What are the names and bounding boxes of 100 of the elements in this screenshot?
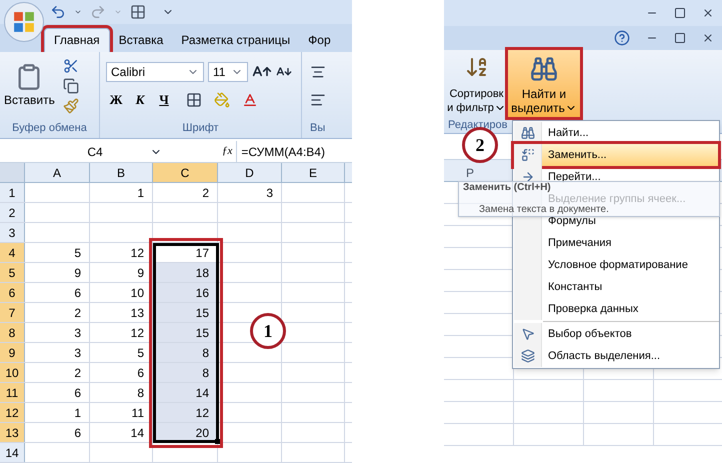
table-cell: 2: [25, 303, 90, 322]
sort-filter-button[interactable]: Сортировк и фильтр: [444, 50, 506, 116]
close-icon[interactable]: [702, 7, 714, 19]
table-cell: 9: [25, 263, 90, 282]
borders-icon[interactable]: [186, 92, 202, 108]
table-cell: 8: [153, 363, 218, 382]
menu-item[interactable]: Условное форматирование: [514, 254, 718, 276]
menu-item[interactable]: Область выделения...: [514, 345, 718, 367]
row-header[interactable]: 4: [0, 243, 25, 262]
fill-color-icon[interactable]: [214, 92, 230, 108]
column-header[interactable]: P: [466, 167, 474, 179]
binoculars-icon: [520, 126, 534, 140]
font-color-icon[interactable]: [242, 92, 258, 108]
name-box[interactable]: C4: [0, 141, 150, 162]
table-cell: 8: [153, 343, 218, 362]
column-header[interactable]: A: [25, 163, 90, 182]
close-icon[interactable]: [702, 32, 714, 44]
menu-item[interactable]: Проверка данных: [514, 298, 718, 320]
menu-item[interactable]: Выбор объектов: [514, 323, 718, 345]
table-cell: 15: [153, 303, 218, 322]
undo-icon[interactable]: [50, 4, 66, 20]
restore-icon[interactable]: [674, 32, 686, 44]
table-cell: 12: [153, 403, 218, 422]
table-cell: 8: [90, 383, 153, 402]
scissors-icon[interactable]: [62, 58, 79, 74]
restore-icon[interactable]: [674, 7, 686, 19]
bold-button[interactable]: Ж: [106, 90, 126, 110]
align-icon[interactable]: [310, 64, 326, 80]
table-cell: 9: [90, 263, 153, 282]
table-cell: 6: [90, 363, 153, 382]
font-name-field[interactable]: Calibri: [106, 62, 204, 82]
row-header[interactable]: 14: [0, 443, 25, 462]
office-logo-icon: [13, 11, 35, 33]
copy-icon[interactable]: [62, 78, 79, 94]
row-header[interactable]: 7: [0, 303, 25, 322]
table-cell: 14: [90, 423, 153, 442]
ribbon-tab[interactable]: Разметка страницы: [172, 28, 300, 52]
row-header[interactable]: 2: [0, 203, 25, 222]
row-header[interactable]: 10: [0, 363, 25, 382]
pointer-icon: [520, 327, 534, 341]
table-cell: 12: [90, 323, 153, 342]
align-left-icon[interactable]: [310, 92, 326, 108]
table-cell: 6: [25, 383, 90, 402]
row-header[interactable]: 5: [0, 263, 25, 282]
table-cell: 3: [25, 343, 90, 362]
table-cell: 2: [25, 363, 90, 382]
row-header[interactable]: 6: [0, 283, 25, 302]
table-cell: 6: [25, 423, 90, 442]
table-cell: 14: [153, 383, 218, 402]
italic-button[interactable]: К: [130, 90, 150, 110]
function-button[interactable]: ƒx: [222, 143, 236, 160]
table-cell: 17: [153, 243, 218, 262]
table-cell: 5: [25, 243, 90, 262]
column-header[interactable]: E: [282, 163, 345, 182]
table-cell: 15: [153, 323, 218, 342]
table-cell: 3: [25, 323, 90, 342]
paintbrush-icon[interactable]: [62, 98, 79, 114]
ribbon-tab[interactable]: Фор: [299, 28, 340, 52]
formula-field[interactable]: =СУММ(A4:B4): [236, 141, 352, 162]
replace-icon: [520, 148, 534, 162]
table-cell: 6: [25, 283, 90, 302]
row-header[interactable]: 9: [0, 343, 25, 362]
row-header[interactable]: 12: [0, 403, 25, 422]
binoculars-icon: [530, 54, 558, 82]
table-cell: 13: [90, 303, 153, 322]
group-label: Буфер обмена: [11, 120, 88, 136]
find-select-button[interactable]: Найти и выделить: [508, 50, 580, 116]
table-cell: 5: [90, 343, 153, 362]
table-cell: 12: [90, 243, 153, 262]
paste-button[interactable]: Вставить: [4, 62, 55, 109]
group-label: Вы: [310, 120, 326, 136]
column-header[interactable]: C: [153, 163, 218, 182]
layers-icon: [520, 349, 534, 363]
ribbon-tab[interactable]: Главная: [44, 28, 110, 52]
row-header[interactable]: 1: [0, 183, 25, 202]
row-header[interactable]: 8: [0, 323, 25, 342]
row-header[interactable]: 11: [0, 383, 25, 402]
group-label: Шрифт: [181, 120, 220, 136]
ribbon-tab[interactable]: Вставка: [110, 28, 172, 52]
tooltip-title: Заменить (Ctrl+H): [463, 183, 551, 193]
table-cell: 1: [90, 183, 153, 202]
row-header[interactable]: 3: [0, 223, 25, 242]
table-cell: 1: [25, 403, 90, 422]
arrow-icon: [520, 170, 534, 184]
table-cell: 11: [90, 403, 153, 422]
callout-number: 1: [250, 313, 286, 349]
table-cell: 16: [153, 283, 218, 302]
underline-button[interactable]: Ч: [154, 90, 174, 110]
menu-item[interactable]: Примечания: [514, 232, 718, 254]
tooltip-text: Замена текста в документе.: [478, 205, 609, 215]
menu-item[interactable]: Константы: [514, 276, 718, 298]
row-header[interactable]: 13: [0, 423, 25, 442]
font-size-field[interactable]: 11: [208, 62, 248, 82]
table-cell: 18: [153, 263, 218, 282]
table-cell: 2: [153, 183, 218, 202]
column-header[interactable]: D: [218, 163, 282, 182]
table-cell: 3: [218, 183, 282, 202]
menu-item[interactable]: Заменить...: [514, 144, 718, 166]
help-icon[interactable]: [614, 30, 630, 46]
table-cell: 10: [90, 283, 153, 302]
